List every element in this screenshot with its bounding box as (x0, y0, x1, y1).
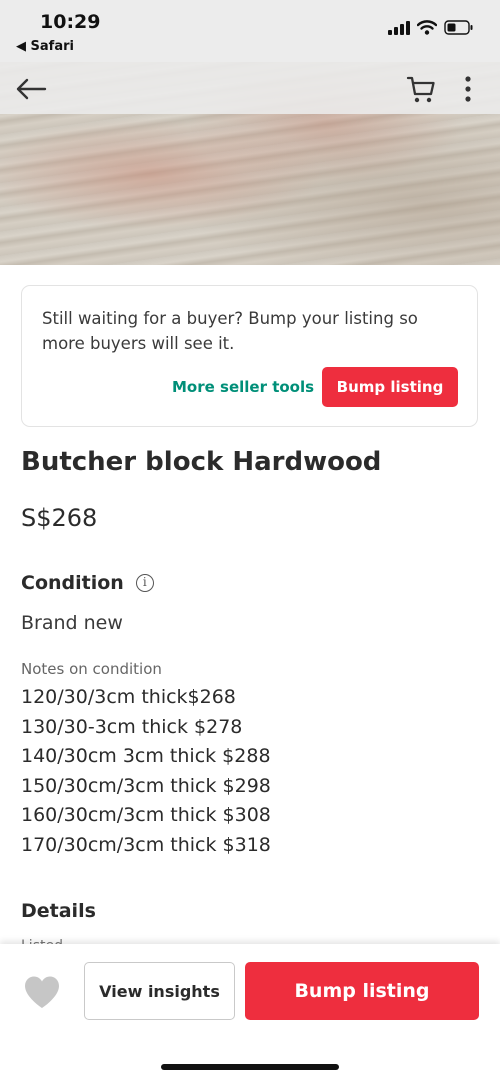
system-icons (388, 20, 474, 35)
notes-on-condition-label: Notes on condition (21, 660, 162, 678)
signal-icon (388, 20, 410, 35)
bump-promo-card: Still waiting for a buyer? Bump your lis… (21, 285, 478, 427)
bottom-action-bar: View insights Bump listing (0, 944, 500, 1080)
more-options-button[interactable] (451, 72, 485, 106)
listing-price: S$268 (21, 504, 98, 532)
cart-icon (406, 76, 435, 103)
listing-title: Butcher block Hardwood (21, 447, 382, 477)
condition-heading: Condition i (21, 572, 154, 594)
wifi-icon (417, 20, 437, 35)
condition-notes-list: 120/30/3cm thick$268 130/30-3cm thick $2… (21, 683, 271, 860)
condition-note: 160/30cm/3cm thick $308 (21, 804, 271, 826)
status-time: 10:29 (40, 11, 101, 33)
condition-heading-label: Condition (21, 572, 124, 594)
back-arrow-icon (16, 78, 47, 100)
status-bar: 10:29 ◀ Safari (0, 0, 500, 62)
condition-note: 130/30-3cm thick $278 (21, 715, 243, 738)
home-indicator[interactable] (161, 1064, 339, 1070)
bump-promo-message: Still waiting for a buyer? Bump your lis… (42, 309, 418, 353)
back-button[interactable] (14, 72, 48, 106)
bump-listing-card-button[interactable]: Bump listing (322, 367, 458, 407)
back-to-safari-link[interactable]: ◀ Safari (16, 39, 74, 54)
battery-icon (444, 20, 473, 35)
condition-value: Brand new (21, 612, 123, 634)
more-seller-tools-link[interactable]: More seller tools (172, 378, 314, 396)
condition-note: 170/30cm/3cm thick $318 (21, 833, 271, 856)
cart-button[interactable] (404, 72, 438, 106)
condition-note: 150/30cm/3cm thick $298 (21, 774, 271, 797)
heart-icon (25, 976, 59, 1008)
details-heading: Details (21, 900, 96, 922)
nav-bar (0, 62, 500, 114)
view-insights-button[interactable]: View insights (84, 962, 235, 1020)
bump-listing-button[interactable]: Bump listing (245, 962, 479, 1020)
more-vertical-icon (465, 76, 471, 102)
info-icon[interactable]: i (135, 574, 154, 592)
condition-note: 120/30/3cm thick$268 (21, 686, 236, 708)
condition-note: 140/30cm 3cm thick $288 (21, 745, 271, 767)
like-button[interactable] (22, 974, 62, 1010)
